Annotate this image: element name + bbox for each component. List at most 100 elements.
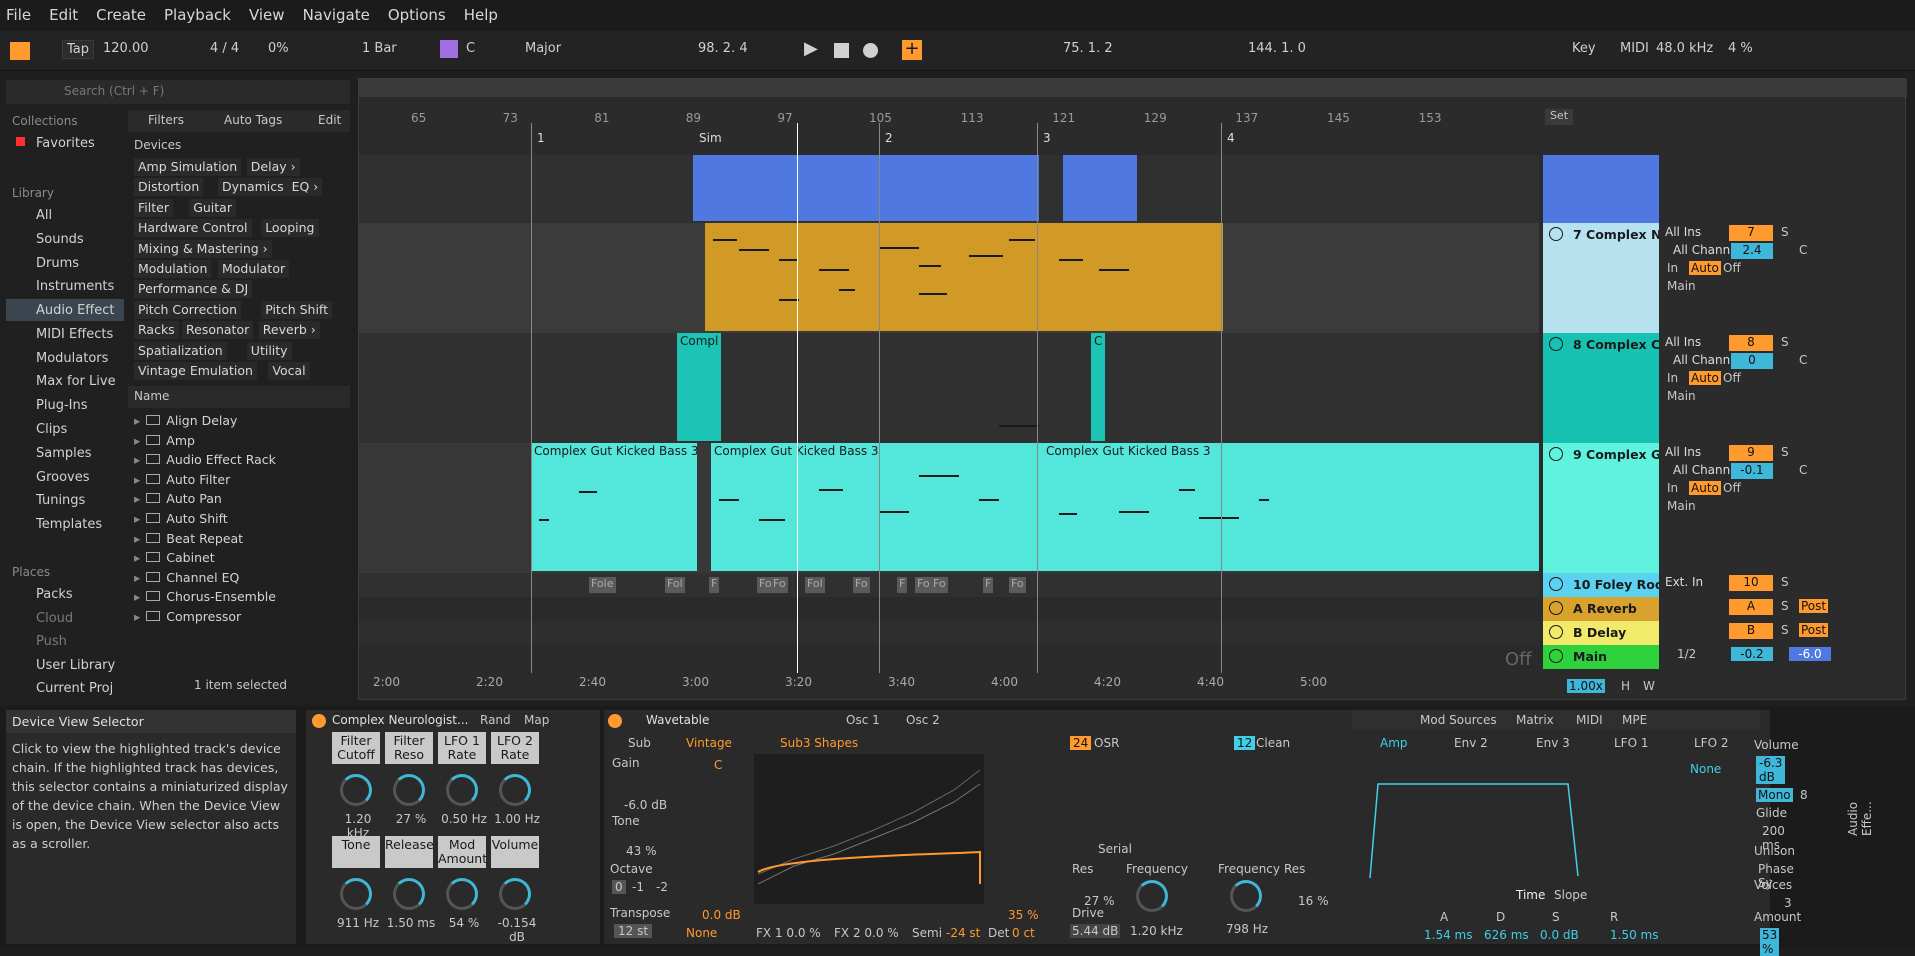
zoom-level[interactable]: 1.00x <box>1567 679 1605 693</box>
midi-note[interactable] <box>919 293 947 295</box>
h-button[interactable]: H <box>1621 679 1630 693</box>
monitor-in[interactable]: In <box>1667 481 1678 495</box>
sustain-value[interactable]: 0.0 dB <box>1540 928 1579 942</box>
main-volume[interactable]: -0.2 <box>1731 647 1773 661</box>
track-fold-icon[interactable] <box>1549 337 1563 351</box>
foley-clip[interactable]: Fo <box>853 577 870 593</box>
scale-select[interactable]: Major <box>525 41 561 56</box>
track-fold-icon[interactable] <box>1549 601 1563 615</box>
osc2-tab[interactable]: Osc 2 <box>906 713 940 727</box>
voices-select[interactable]: 8 <box>1800 788 1808 802</box>
sidebar-item-templates[interactable]: Templates <box>36 517 102 532</box>
midi-note[interactable] <box>1179 489 1195 491</box>
macro-value[interactable]: 0.50 Hz <box>438 812 490 826</box>
midi-note[interactable] <box>539 519 549 521</box>
mod-sources-tab[interactable]: Mod Sources <box>1420 713 1497 727</box>
expand-arrow-icon[interactable]: ▸ <box>134 472 140 487</box>
sidebar-item-tunings[interactable]: Tunings <box>36 493 85 508</box>
midi-note[interactable] <box>759 519 785 521</box>
clip-gold[interactable] <box>705 223 1223 331</box>
key-select[interactable]: C <box>466 41 475 56</box>
solo-button[interactable]: S <box>1781 225 1789 239</box>
midi-note[interactable] <box>579 491 597 493</box>
list-item[interactable]: ▸ Compressor <box>134 606 354 628</box>
midi-note[interactable] <box>713 239 737 241</box>
midi-note[interactable] <box>979 499 999 501</box>
fx2-value[interactable]: FX 2 0.0 % <box>834 926 899 940</box>
sidebar-item-instruments[interactable]: Instruments <box>36 279 114 294</box>
volume-value[interactable]: -6.3 dB <box>1756 756 1786 784</box>
sidebar-item-packs[interactable]: Packs <box>36 587 73 602</box>
macro-value[interactable]: 1.00 Hz <box>491 812 543 826</box>
sidebar-item-samples[interactable]: Samples <box>36 446 92 461</box>
auto-tags-button[interactable]: Auto Tags <box>224 113 282 127</box>
rand-button[interactable]: Rand <box>480 713 511 727</box>
record-icon[interactable] <box>863 43 878 58</box>
device-tag[interactable]: Distortion <box>134 178 204 197</box>
track-header[interactable]: 9 Complex G <box>1543 443 1659 573</box>
filter2-mode[interactable]: Clean <box>1256 736 1290 750</box>
monitor-off[interactable]: Off <box>1723 371 1741 385</box>
clip-complex-cl-2[interactable]: C <box>1091 333 1105 441</box>
sidebar-item-drums[interactable]: Drums <box>36 256 79 271</box>
octave-minus-1[interactable]: -1 <box>632 880 644 894</box>
monitor-in[interactable]: In <box>1667 371 1678 385</box>
expand-arrow-icon[interactable]: ▸ <box>134 433 140 448</box>
audio-effects-drop-label[interactable]: Audio Effe... <box>1846 767 1874 836</box>
expand-arrow-icon[interactable]: ▸ <box>134 570 140 585</box>
macro-value[interactable]: -0.154 dB <box>491 916 543 944</box>
draw-mode-icon[interactable]: + <box>902 40 922 60</box>
menu-playback[interactable]: Playback <box>164 6 231 24</box>
device-tag[interactable]: Resonator <box>182 321 254 340</box>
sidebar-item-midi-effects[interactable]: MIDI Effects <box>36 327 113 342</box>
input-type-select[interactable]: Ext. In <box>1665 575 1703 589</box>
locator-label[interactable]: 2 <box>885 131 893 145</box>
clip-bass-1[interactable]: Complex Gut Kicked Bass 3 <box>531 443 697 571</box>
wavetable-power-icon[interactable] <box>608 714 622 728</box>
midi-note[interactable] <box>719 499 739 501</box>
output-select[interactable]: Main <box>1667 279 1696 293</box>
mod-tab-lfo1[interactable]: LFO 1 <box>1614 736 1648 750</box>
foley-clip[interactable]: Fo <box>771 577 788 593</box>
clip-blue-1[interactable] <box>693 155 1039 221</box>
midi-note[interactable] <box>819 269 849 271</box>
locator-label[interactable]: 1 <box>537 131 545 145</box>
input-type-select[interactable]: All Ins <box>1665 445 1701 459</box>
filter1-mode[interactable]: OSR <box>1094 736 1119 750</box>
scale-icon[interactable] <box>440 40 458 58</box>
sidebar-item-current-project[interactable]: Current Proj <box>36 681 113 696</box>
mono-button[interactable]: Mono <box>1756 788 1793 802</box>
semi-value[interactable]: -24 st <box>946 926 980 940</box>
key-map-button[interactable]: Key <box>1572 41 1596 56</box>
expand-arrow-icon[interactable]: ▸ <box>134 452 140 467</box>
foley-clip[interactable]: F <box>897 577 908 593</box>
input-channel-select[interactable]: All Channe <box>1673 463 1738 477</box>
stop-icon[interactable] <box>834 43 849 58</box>
midi-note[interactable] <box>919 265 941 267</box>
pan-value[interactable]: C <box>1799 353 1807 367</box>
quantize-select[interactable]: 1 Bar <box>362 41 397 56</box>
edit-tags-button[interactable]: Edit <box>318 113 341 127</box>
midi-note[interactable] <box>779 259 797 261</box>
track-number[interactable]: 9 <box>1729 445 1773 461</box>
loop-start[interactable]: 75. 1. 2 <box>1063 41 1113 56</box>
volume-value[interactable]: -0.1 <box>1731 463 1773 479</box>
device-tag[interactable]: Hardware Control <box>134 219 252 238</box>
device-tag[interactable]: Mixing & Mastering › <box>134 239 272 258</box>
solo-button[interactable]: S <box>1781 445 1789 459</box>
filter-routing[interactable]: Serial <box>1098 842 1132 856</box>
filter1-slope[interactable]: 24 <box>1070 736 1092 750</box>
foley-clip[interactable]: F <box>709 577 720 593</box>
device-tag[interactable]: Guitar <box>189 198 236 217</box>
menu-edit[interactable]: Edit <box>49 6 78 24</box>
device-tag[interactable]: Pitch Shift <box>261 300 333 319</box>
menu-navigate[interactable]: Navigate <box>303 6 370 24</box>
input-type-select[interactable]: All Ins <box>1665 335 1701 349</box>
sidebar-item-all[interactable]: All <box>36 208 52 223</box>
foley-clip[interactable]: Fol <box>665 577 685 593</box>
mod-tab-lfo2[interactable]: LFO 2 <box>1694 736 1728 750</box>
foley-clip[interactable]: F <box>983 577 994 593</box>
expand-arrow-icon[interactable]: ▸ <box>134 511 140 526</box>
input-channel-select[interactable]: All Channe <box>1673 243 1738 257</box>
filter2-freq-knob[interactable] <box>1230 880 1262 912</box>
